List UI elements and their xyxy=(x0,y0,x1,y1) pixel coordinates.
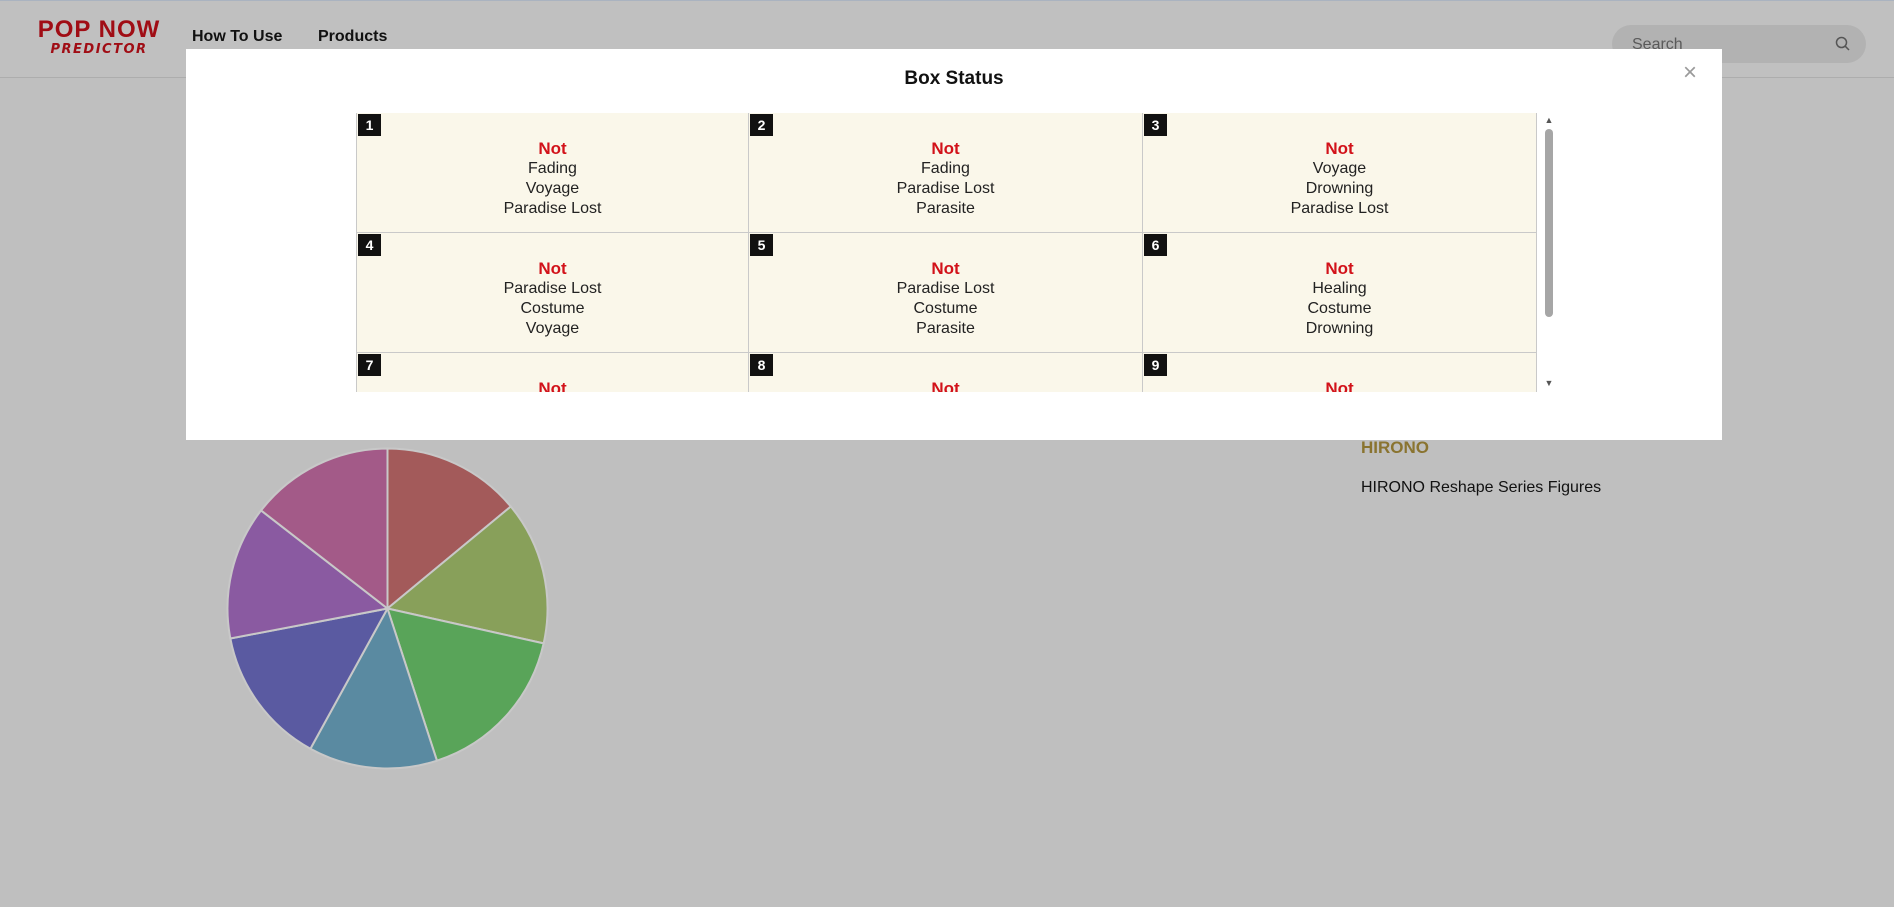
box-status-label: Not xyxy=(931,379,960,392)
box-cell: 2 Not Fading Paradise Lost Parasite xyxy=(749,113,1143,233)
box-cell: 4 Not Paradise Lost Costume Voyage xyxy=(356,233,749,353)
box-figure-name: Voyage xyxy=(525,180,580,197)
box-status-label: Not xyxy=(1325,139,1354,158)
box-cell: 7 Not xyxy=(356,353,749,392)
product-brand: HIRONO xyxy=(1361,438,1429,457)
box-cell: 8 Not xyxy=(749,353,1143,392)
search-icon[interactable] xyxy=(1834,35,1852,53)
box-cell: 6 Not Healing Costume Drowning xyxy=(1143,233,1537,353)
scroll-up-arrow-icon[interactable]: ▲ xyxy=(1544,115,1554,125)
box-figure-name: Costume xyxy=(1307,300,1372,317)
scroll-thumb[interactable] xyxy=(1545,129,1553,317)
box-grid-viewport[interactable]: 1 Not Fading Voyage Paradise Lost 2 Not Fading P… xyxy=(356,113,1549,392)
pie-chart xyxy=(226,447,549,770)
box-figure-name: Paradise Lost xyxy=(1290,200,1389,217)
box-figure-name: Parasite xyxy=(916,320,975,337)
box-number-badge: 7 xyxy=(358,354,381,376)
box-figure-name: Voyage xyxy=(525,320,580,337)
box-number-badge: 1 xyxy=(358,114,381,136)
box-figure-name: Paradise Lost xyxy=(503,200,602,217)
box-number-badge: 2 xyxy=(750,114,773,136)
box-cell: 5 Not Paradise Lost Costume Parasite xyxy=(749,233,1143,353)
logo-main-text: POP NOW xyxy=(37,16,161,43)
box-status-label: Not xyxy=(1325,259,1354,278)
modal-scrollbar[interactable]: ▲ ▼ xyxy=(1542,113,1556,392)
box-figure-name: Drowning xyxy=(1305,180,1374,197)
box-number-badge: 5 xyxy=(750,234,773,256)
box-figure-name: Voyage xyxy=(1312,160,1367,177)
product-description: HIRONO Reshape Series Figures xyxy=(1361,479,1602,496)
box-status-label: Not xyxy=(538,379,567,392)
box-status-label: Not xyxy=(1325,379,1354,392)
box-cell: 1 Not Fading Voyage Paradise Lost xyxy=(356,113,749,233)
box-status-modal: Box Status × 1 Not Fading Voyage Paradise Lo… xyxy=(186,49,1722,440)
box-figure-name: Paradise Lost xyxy=(503,280,602,297)
box-number-badge: 6 xyxy=(1144,234,1167,256)
modal-title: Box Status xyxy=(904,68,1004,89)
close-icon[interactable]: × xyxy=(1678,61,1702,85)
box-grid: 1 Not Fading Voyage Paradise Lost 2 Not Fading P… xyxy=(356,113,1537,392)
box-figure-name: Paradise Lost xyxy=(896,280,995,297)
nav-how-to-use[interactable]: How To Use xyxy=(192,28,282,46)
box-figure-name: Paradise Lost xyxy=(896,180,995,197)
box-cell: 3 Not Voyage Drowning Paradise Lost xyxy=(1143,113,1537,233)
box-figure-name: Costume xyxy=(913,300,978,317)
box-status-label: Not xyxy=(931,139,960,158)
box-figure-name: Costume xyxy=(520,300,585,317)
box-figure-name: Parasite xyxy=(916,200,975,217)
nav-products[interactable]: Products xyxy=(318,28,387,46)
box-number-badge: 9 xyxy=(1144,354,1167,376)
logo-sub-text: PREDICTOR xyxy=(50,42,148,57)
logo[interactable]: POP NOW PREDICTOR xyxy=(34,17,164,57)
box-status-label: Not xyxy=(538,259,567,278)
box-status-label: Not xyxy=(931,259,960,278)
scroll-down-arrow-icon[interactable]: ▼ xyxy=(1544,378,1554,388)
box-cell: 9 Not xyxy=(1143,353,1537,392)
box-figure-name: Fading xyxy=(921,160,970,177)
box-figure-name: Healing xyxy=(1312,280,1367,297)
box-figure-name: Drowning xyxy=(1305,320,1374,337)
box-figure-name: Fading xyxy=(528,160,577,177)
box-number-badge: 8 xyxy=(750,354,773,376)
box-status-label: Not xyxy=(538,139,567,158)
box-number-badge: 3 xyxy=(1144,114,1167,136)
box-number-badge: 4 xyxy=(358,234,381,256)
